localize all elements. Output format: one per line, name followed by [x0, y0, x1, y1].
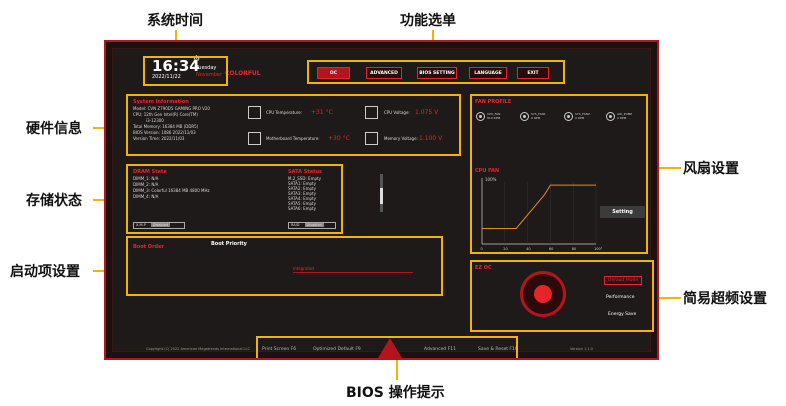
fan-x-tick-label: 100°C: [594, 247, 602, 251]
fan-x-tick-label: 0: [481, 247, 483, 251]
ez-oc-mode-performance[interactable]: Performance: [606, 295, 635, 300]
boot-priority-label: Boot Priority: [211, 241, 247, 247]
hint-save-reset[interactable]: Save & Reset F10: [478, 347, 518, 352]
callout-hardware-info: 硬件信息: [26, 121, 82, 137]
system-info-list: Model: CVN Z790D5 GAMING PRO V20 CPU: 12…: [133, 106, 210, 142]
fan-x-tick-label: 60: [549, 247, 553, 251]
fan-curve-grid: [504, 182, 597, 244]
dram-list: DIMM_1: N/A DIMM_2: N/A DIMM_3: Colorful…: [133, 176, 210, 200]
bios-screen: 16:34 2022/11/22 ⚙ Tuesday November COLO…: [104, 40, 659, 360]
footer-emblem-icon: [378, 338, 402, 358]
xmp-selector[interactable]: X.M.P Disabled: [133, 222, 185, 229]
storage-panel: DRAM State DIMM_1: N/A DIMM_2: N/A DIMM_…: [126, 164, 343, 234]
fan-info-cpu: CPU_FAN 810 RPM: [487, 112, 500, 120]
raid-label: RAID: [291, 223, 300, 227]
system-time-highlight: [143, 56, 228, 86]
ez-oc-panel: EZ OC Default Mode Performance Energy Sa…: [470, 260, 654, 332]
memory-voltage-value: 1.100 V: [419, 135, 443, 142]
callout-system-time: 系统时间: [147, 13, 203, 29]
motherboard-temp-value: +30 °C: [328, 135, 350, 142]
fan-icon[interactable]: [564, 112, 573, 121]
fan-title: FAN PROFILE: [475, 99, 512, 105]
callout-bios-hints: BIOS 操作提示: [346, 385, 445, 401]
sata-title: SATA Status: [288, 169, 323, 175]
fan-rpm: 810 RPM: [487, 116, 501, 120]
menu-oc[interactable]: OC: [317, 67, 350, 79]
cpu-voltage-value: 1.075 V: [415, 109, 439, 116]
menu-advanced[interactable]: ADVANCED: [366, 67, 402, 79]
fan-panel: FAN PROFILE CPU_FAN 810 RPM SYS_FAN1 0 R…: [470, 94, 648, 254]
boot-device-line: [293, 272, 413, 273]
hint-print-screen[interactable]: Print Screen F6: [262, 347, 296, 352]
ez-oc-mode-energy-save[interactable]: Energy Save: [608, 312, 636, 317]
sata-item: SATA6: Empty: [288, 206, 316, 211]
fan-curve-line[interactable]: [482, 184, 596, 229]
boot-panel: Boot Order Boot Priority Integrated: [126, 236, 443, 296]
callout-fan-settings: 风扇设置: [683, 161, 739, 177]
footer-version: Version 1.1.0: [570, 347, 593, 351]
hint-optimized-default[interactable]: Optimized Default F9: [313, 347, 361, 352]
menu-exit[interactable]: EXIT: [517, 67, 549, 79]
callout-storage-status: 存储状态: [26, 193, 82, 209]
boot-device[interactable]: Integrated: [293, 266, 314, 271]
fan-x-tick-label: 20: [503, 247, 507, 251]
dimm-4: DIMM_4: N/A: [133, 194, 159, 199]
fan-rpm: 0 RPM: [575, 116, 585, 120]
callout-easy-oc: 简易超频设置: [683, 291, 767, 307]
dram-title: DRAM State: [133, 169, 167, 175]
boot-title: Boot Order: [133, 244, 164, 250]
callout-function-menu: 功能选单: [400, 13, 456, 29]
function-menu-highlight: OC ADVANCED BIOS SETTING LANGUAGE EXIT: [307, 60, 565, 84]
cpu-voltage-icon: [365, 106, 378, 119]
fan-rpm: 0 RPM: [617, 116, 627, 120]
footer-copyright: Copyright (C) 2022 American Megatrends I…: [146, 347, 250, 351]
version-time-text: Version Time: 2022/11/03: [133, 136, 185, 141]
fan-icon[interactable]: [476, 112, 485, 121]
brand-logo: COLORFUL: [225, 70, 261, 77]
fan-info-sys2: SYS_FAN2 0 RPM: [575, 112, 590, 120]
scrollbar[interactable]: [380, 174, 383, 212]
fan-curve-ticks: 0 20 40 60 80 100°C: [481, 247, 603, 251]
ez-oc-mode-default[interactable]: Default Mode: [604, 276, 643, 285]
menu-language[interactable]: LANGUAGE: [469, 67, 507, 79]
raid-value: Disabled: [304, 223, 324, 227]
fan-curve-chart[interactable]: 100% 0 20 40 60 80 100°C: [472, 174, 603, 252]
system-info-title: System Information: [133, 99, 189, 105]
ez-oc-title: EZ OC: [475, 265, 492, 271]
fan-info-sys1: SYS_FAN1 0 RPM: [531, 112, 546, 120]
fan-rpm: 0 RPM: [531, 116, 541, 120]
system-info-panel: System Information Model: CVN Z790D5 GAM…: [126, 94, 461, 156]
sata-list: M.2_SSD: Empty SATA1: Empty SATA2: Empty…: [288, 176, 321, 211]
cpu-voltage-label: CPU Voltage:: [384, 110, 410, 115]
fan-x-tick-label: 80: [572, 247, 576, 251]
callout-line-bios-hints: [396, 358, 398, 380]
ez-oc-dial-core: [534, 285, 552, 303]
callout-boot-settings: 启动项设置: [10, 264, 80, 280]
cpu-temp-value: +31 °C: [311, 109, 333, 116]
cpu-temp-icon: [248, 106, 261, 119]
xmp-value: Disabled: [150, 223, 171, 227]
raid-selector[interactable]: RAID Disabled: [288, 222, 336, 229]
hint-advanced[interactable]: Advanced F11: [424, 347, 456, 352]
fan-icon[interactable]: [520, 112, 529, 121]
memory-voltage-label: Memory Voltage:: [384, 136, 418, 141]
fan-curve-ymax: 100%: [485, 177, 497, 182]
motherboard-temp-label: Motherboard Temperature:: [266, 136, 320, 141]
cpu-temp-label: CPU Temperature:: [266, 110, 303, 115]
fan-icon[interactable]: [606, 112, 615, 121]
fan-setting-button[interactable]: Setting: [600, 206, 645, 218]
memory-voltage-icon: [365, 132, 378, 145]
ez-oc-dial-icon[interactable]: [520, 271, 566, 317]
scrollbar-thumb[interactable]: [380, 188, 383, 204]
xmp-label: X.M.P: [136, 223, 146, 227]
menu-bios-setting[interactable]: BIOS SETTING: [417, 67, 457, 79]
motherboard-temp-icon: [248, 132, 261, 145]
fan-x-tick-label: 40: [526, 247, 530, 251]
fan-info-aio: AIO_PUMP 0 RPM: [617, 112, 632, 120]
